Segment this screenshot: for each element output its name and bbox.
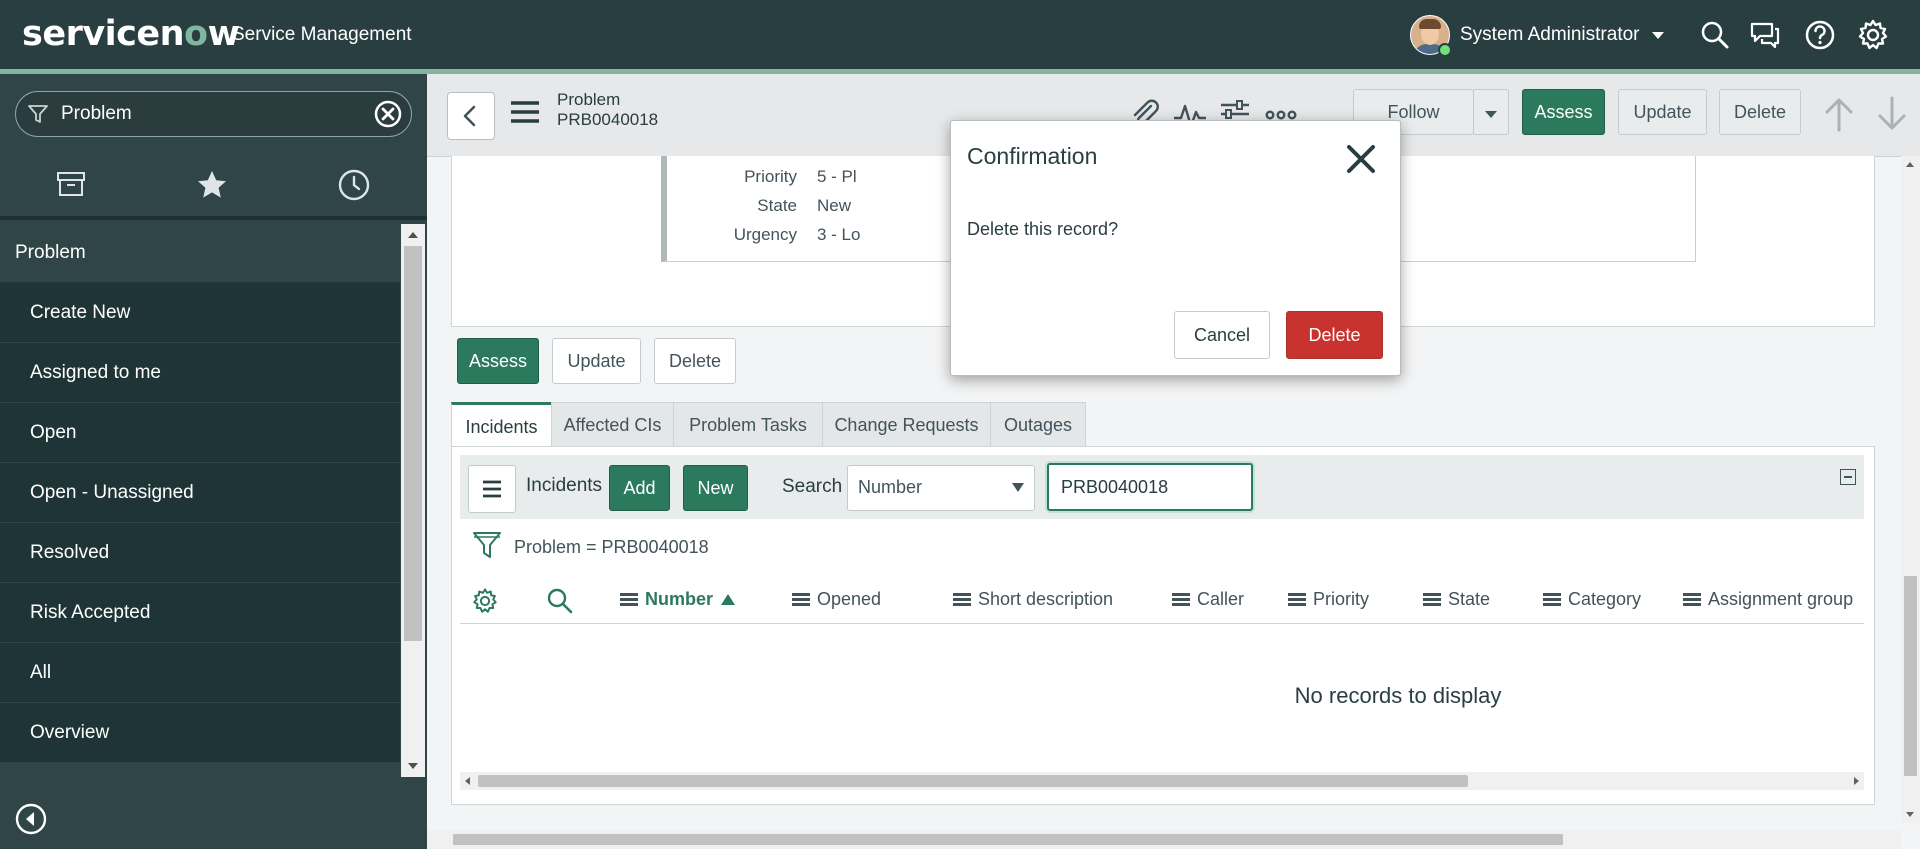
field-value-urgency[interactable]: 3 - Lo: [817, 225, 860, 245]
tab-incidents[interactable]: Incidents: [451, 402, 552, 448]
dialog-title: Confirmation: [967, 143, 1098, 169]
caret-down-icon: [1485, 110, 1497, 118]
navigator-menu-list: Problem Create New Assigned to me Open O…: [0, 224, 400, 777]
record-number: PRB0040018: [557, 110, 659, 129]
nav-section-problem[interactable]: Problem: [0, 224, 400, 283]
navigator-filter[interactable]: [15, 91, 412, 137]
clear-filter-icon[interactable]: [373, 99, 403, 129]
nav-item-open[interactable]: Open: [0, 403, 400, 463]
add-button[interactable]: Add: [609, 465, 670, 511]
update-bottom-button[interactable]: Update: [552, 338, 641, 384]
app-title: Service Management: [232, 24, 412, 45]
breadcrumb-condition[interactable]: Problem = PRB0040018: [514, 537, 709, 558]
tab-outages[interactable]: Outages: [990, 402, 1086, 447]
list-toolbar: Incidents Add New Search Number: [460, 455, 1864, 519]
navigator-scrollbar[interactable]: [401, 224, 425, 777]
delete-bottom-button[interactable]: Delete: [654, 338, 736, 384]
tab-change-requests[interactable]: Change Requests: [822, 402, 991, 447]
navigator-tabs: [0, 152, 427, 218]
favorites-star-icon[interactable]: [195, 168, 229, 202]
cancel-button[interactable]: Cancel: [1174, 311, 1270, 359]
nav-item-open-unassigned[interactable]: Open - Unassigned: [0, 463, 400, 523]
delete-button[interactable]: Delete: [1719, 89, 1801, 135]
new-button[interactable]: New: [683, 465, 748, 511]
column-priority[interactable]: Priority: [1288, 589, 1369, 610]
confirmation-dialog: Confirmation Delete this record? Cancel …: [950, 120, 1401, 376]
list-horizontal-scrollbar[interactable]: [460, 772, 1864, 790]
tab-problem-tasks[interactable]: Problem Tasks: [673, 402, 823, 447]
navigator-filter-input[interactable]: [59, 100, 363, 128]
select-caret-icon: [1012, 483, 1024, 492]
column-category[interactable]: Category: [1543, 589, 1641, 610]
collapse-navigator-icon[interactable]: [14, 802, 48, 836]
connect-chat-icon[interactable]: [1748, 18, 1782, 52]
sort-ascending-icon: [721, 594, 736, 605]
list-search-input[interactable]: [1047, 463, 1253, 511]
top-header: servicenow Service Management System Adm…: [0, 0, 1920, 69]
column-state[interactable]: State: [1423, 589, 1490, 610]
field-label-urgency: Urgency: [733, 225, 797, 244]
nav-item-resolved[interactable]: Resolved: [0, 523, 400, 583]
nav-item-create-new[interactable]: Create New: [0, 283, 400, 343]
search-label: Search: [782, 476, 843, 497]
breadcrumb-filter-icon[interactable]: [472, 529, 502, 563]
empty-list-message: No records to display: [1294, 683, 1502, 708]
collapse-list-icon[interactable]: [1840, 469, 1856, 485]
search-field-select[interactable]: Number: [847, 465, 1035, 511]
all-apps-archive-icon[interactable]: [55, 168, 87, 200]
nav-item-assigned-to-me[interactable]: Assigned to me: [0, 343, 400, 403]
column-opened[interactable]: Opened: [792, 589, 881, 610]
list-context-menu-icon[interactable]: [468, 465, 516, 513]
list-title: Incidents: [526, 475, 603, 496]
search-field-selected: Number: [858, 477, 923, 497]
list-column-header: Number Opened Short description Caller P…: [460, 577, 1864, 624]
nav-item-all[interactable]: All: [0, 643, 400, 703]
list-personalize-gear-icon[interactable]: [471, 587, 499, 615]
incidents-related-list: Incidents Add New Search Number Problem …: [451, 446, 1875, 805]
main-horizontal-scrollbar[interactable]: [427, 830, 1901, 849]
help-icon[interactable]: [1803, 18, 1837, 52]
column-assignment-group[interactable]: Assignment group: [1683, 589, 1853, 610]
column-number[interactable]: Number: [620, 589, 736, 610]
assess-button[interactable]: Assess: [1522, 89, 1605, 135]
search-icon[interactable]: [1698, 18, 1732, 52]
nav-item-risk-accepted[interactable]: Risk Accepted: [0, 583, 400, 643]
application-navigator: Problem Create New Assigned to me Open O…: [0, 74, 427, 849]
tab-affected-cis[interactable]: Affected CIs: [551, 402, 674, 447]
nav-item-overview[interactable]: Overview: [0, 703, 400, 763]
field-label-state: State: [757, 196, 797, 215]
follow-dropdown-button[interactable]: [1473, 89, 1509, 135]
column-short-description[interactable]: Short description: [953, 589, 1113, 610]
update-button[interactable]: Update: [1618, 89, 1707, 135]
assess-bottom-button[interactable]: Assess: [457, 338, 539, 384]
next-record-arrow-down-icon[interactable]: [1875, 94, 1909, 134]
dialog-message: Delete this record?: [967, 219, 1119, 239]
confirm-delete-button[interactable]: Delete: [1286, 311, 1383, 359]
caret-down-icon[interactable]: [1651, 31, 1664, 39]
list-search-icon[interactable]: [546, 587, 574, 615]
close-icon[interactable]: [1341, 139, 1381, 179]
column-caller[interactable]: Caller: [1172, 589, 1244, 610]
presence-indicator: [1438, 43, 1452, 57]
filter-funnel-icon: [26, 102, 50, 126]
main-vertical-scrollbar[interactable]: [1901, 156, 1920, 823]
field-value-priority[interactable]: 5 - Pl: [817, 167, 857, 187]
settings-gear-icon[interactable]: [1856, 18, 1890, 52]
previous-record-arrow-up-icon[interactable]: [1822, 94, 1856, 134]
history-clock-icon[interactable]: [337, 168, 371, 202]
navigator-tab-divider: [0, 216, 427, 220]
field-value-state[interactable]: New: [817, 196, 851, 216]
servicenow-logo[interactable]: servicenow: [22, 14, 240, 54]
record-table-name: Problem: [557, 90, 621, 109]
form-context-menu-icon[interactable]: [509, 96, 541, 128]
field-label-priority: Priority: [744, 167, 797, 186]
record-title: Problem PRB0040018: [557, 90, 658, 130]
back-button[interactable]: [447, 92, 495, 140]
user-name[interactable]: System Administrator: [1460, 24, 1640, 46]
